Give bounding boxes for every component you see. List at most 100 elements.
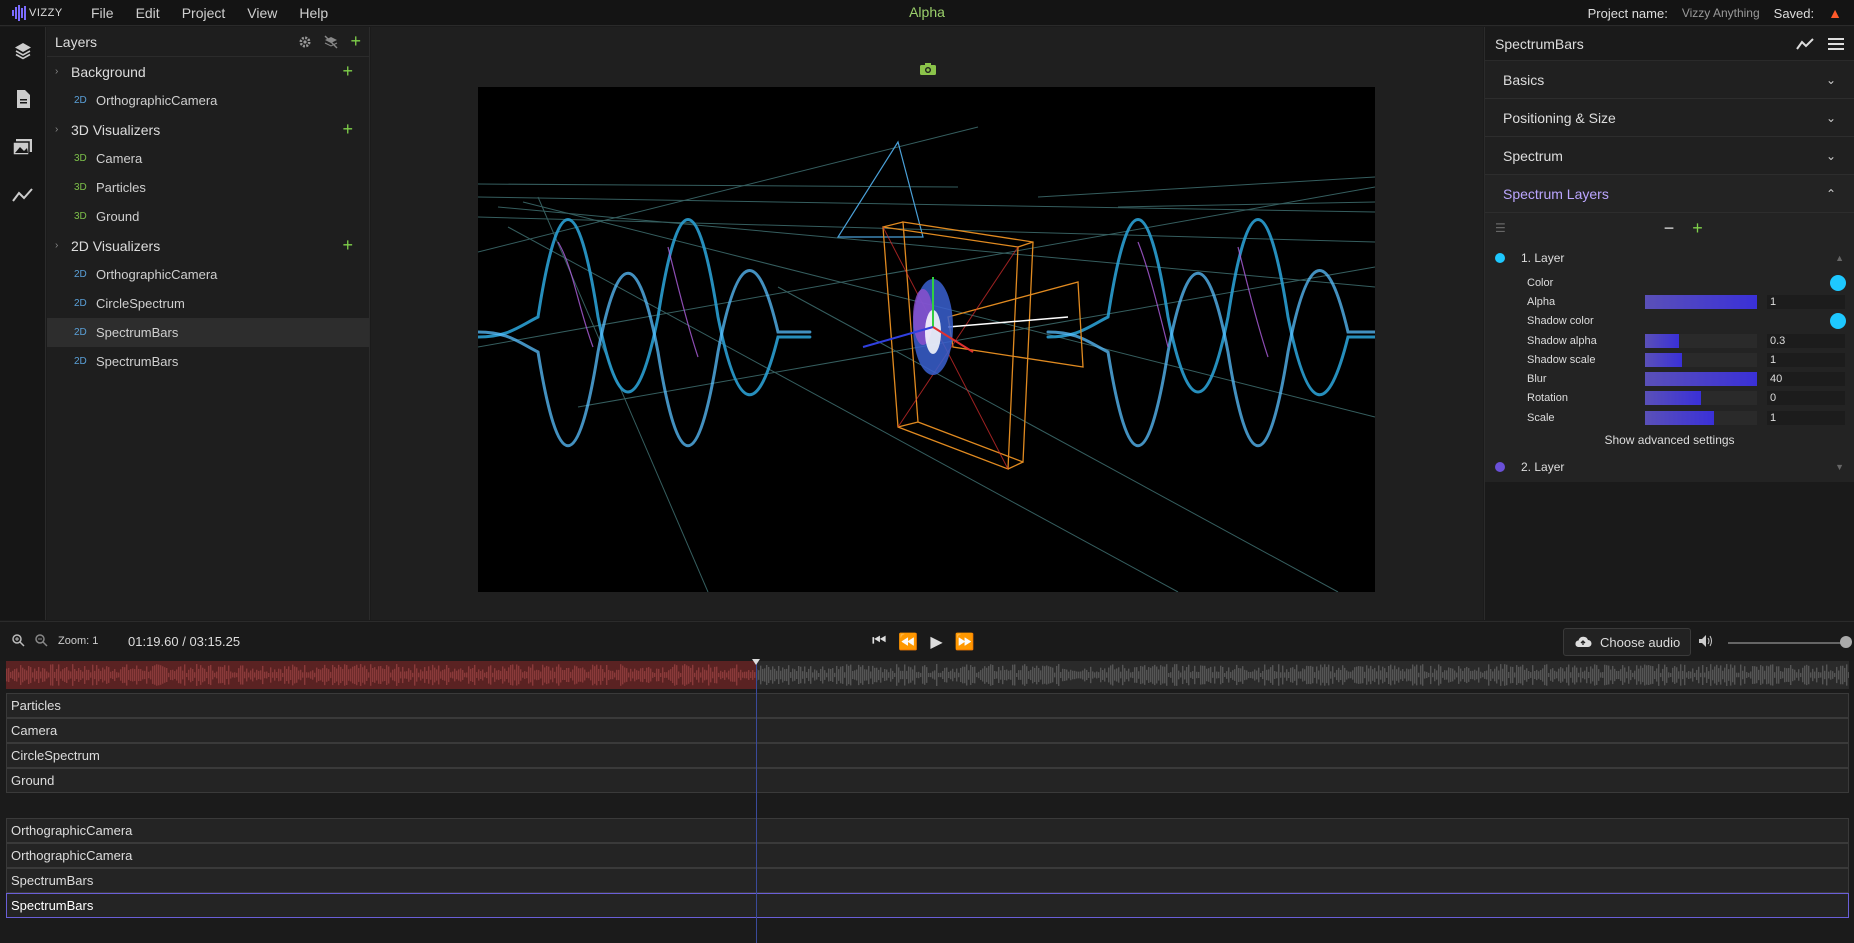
play-icon[interactable]: ▶	[930, 632, 942, 652]
chevron-right-icon[interactable]: ›	[55, 240, 71, 251]
chevron-down-icon: ⌄	[1825, 148, 1836, 163]
track-row[interactable]: Particles	[6, 693, 1849, 718]
menu-icon[interactable]	[1828, 37, 1844, 50]
rewind-icon[interactable]: ⏪	[898, 632, 918, 652]
add-layer-button[interactable]: +	[1692, 218, 1703, 239]
menu-bar: File Edit Project View Help	[80, 5, 339, 21]
remove-layer-button[interactable]: −	[1664, 218, 1675, 239]
zoom-in-icon[interactable]	[12, 634, 25, 647]
track-row[interactable]: CircleSpectrum	[6, 743, 1849, 768]
add-icon[interactable]: +	[342, 235, 353, 256]
add-icon[interactable]: +	[342, 61, 353, 82]
group-3d-visualizers[interactable]: › 3D Visualizers +	[47, 115, 369, 144]
graph-icon[interactable]	[1796, 37, 1814, 50]
prop-label: Shadow color	[1527, 315, 1594, 328]
layers-icon[interactable]	[0, 27, 46, 75]
spectrum-layer-1[interactable]: 1. Layer ▲	[1485, 243, 1854, 273]
section-label: Basics	[1503, 71, 1545, 88]
layer-item-selected[interactable]: 2D SpectrumBars	[47, 318, 369, 347]
group-background[interactable]: › Background +	[47, 57, 369, 86]
group-label: 3D Visualizers	[71, 121, 161, 138]
skip-start-icon[interactable]: ⏮	[872, 632, 886, 652]
section-spectrum-layers[interactable]: Spectrum Layers ⌃	[1485, 175, 1854, 213]
volume-slider-handle[interactable]	[1840, 636, 1852, 648]
layer-item[interactable]: 3D Camera	[47, 144, 369, 173]
chevron-up-icon[interactable]: ▲	[1835, 253, 1844, 263]
color-swatch[interactable]	[1830, 274, 1846, 291]
volume-icon[interactable]	[1698, 634, 1714, 648]
add-layer-icon[interactable]: +	[350, 31, 361, 52]
blur-slider[interactable]	[1645, 372, 1757, 387]
document-icon[interactable]	[0, 75, 46, 123]
menu-project[interactable]: Project	[171, 5, 237, 21]
layer-item[interactable]: 3D Particles	[47, 173, 369, 202]
gear-icon[interactable]	[298, 35, 312, 49]
group-label: 2D Visualizers	[71, 237, 161, 254]
layers-panel: Layers + › Background + 2D OrthographicC…	[47, 27, 370, 620]
zoom-out-icon[interactable]	[35, 634, 48, 647]
chevron-down-icon: ⌄	[1825, 72, 1836, 87]
prop-label: Shadow alpha	[1527, 334, 1597, 347]
layer-item[interactable]: 2D OrthographicCamera	[47, 86, 369, 115]
menu-edit[interactable]: Edit	[125, 5, 171, 21]
blur-input[interactable]: 40	[1767, 372, 1845, 387]
group-2d-visualizers[interactable]: › 2D Visualizers +	[47, 231, 369, 260]
shadow-alpha-slider[interactable]	[1645, 333, 1757, 348]
section-basics[interactable]: Basics ⌄	[1485, 61, 1854, 99]
layer-item[interactable]: 2D CircleSpectrum	[47, 289, 369, 318]
rotation-input[interactable]: 0	[1767, 391, 1845, 406]
track-row-selected[interactable]: SpectrumBars	[6, 893, 1849, 918]
chevron-right-icon[interactable]: ›	[55, 124, 71, 135]
track-row[interactable]: Ground	[6, 768, 1849, 793]
audio-waveform[interactable]	[6, 661, 1849, 689]
layer-item[interactable]: 2D OrthographicCamera	[47, 260, 369, 289]
alpha-input[interactable]: 1	[1767, 294, 1845, 309]
shadow-alpha-input[interactable]: 0.3	[1767, 333, 1845, 348]
track-row[interactable]: Camera	[6, 718, 1849, 743]
layer-color-dot	[1495, 462, 1505, 473]
track-row[interactable]: OrthographicCamera	[6, 843, 1849, 868]
chevron-right-icon[interactable]: ›	[55, 66, 71, 77]
track-row[interactable]: OrthographicCamera	[6, 818, 1849, 843]
cloud-upload-icon	[1574, 636, 1592, 648]
section-positioning[interactable]: Positioning & Size ⌄	[1485, 99, 1854, 137]
shadow-scale-slider[interactable]	[1645, 352, 1757, 367]
rotation-slider[interactable]	[1645, 391, 1757, 406]
chevron-down-icon: ⌄	[1825, 110, 1836, 125]
images-icon[interactable]	[0, 123, 46, 171]
playhead[interactable]	[756, 661, 757, 943]
layer-label: OrthographicCamera	[96, 267, 218, 282]
volume-slider-track[interactable]	[1728, 642, 1846, 644]
properties-title: SpectrumBars	[1495, 35, 1584, 52]
layer-label: SpectrumBars	[96, 325, 179, 340]
shadow-scale-input[interactable]: 1	[1767, 352, 1845, 367]
title-bar: VIZZY File Edit Project View Help Alpha …	[0, 0, 1854, 26]
camera-icon[interactable]	[919, 62, 937, 76]
project-name-value[interactable]: Vizzy Anything	[1682, 6, 1760, 20]
alpha-slider[interactable]	[1645, 294, 1757, 309]
menu-help[interactable]: Help	[288, 5, 339, 21]
layer-item[interactable]: 2D SpectrumBars	[47, 347, 369, 376]
spectrum-layer-2[interactable]: 2. Layer ▼	[1485, 452, 1854, 483]
playhead-marker-icon[interactable]	[752, 659, 760, 665]
track-row[interactable]: SpectrumBars	[6, 868, 1849, 893]
choose-audio-button[interactable]: Choose audio	[1563, 628, 1692, 656]
show-advanced-settings[interactable]: Show advanced settings	[1485, 427, 1854, 453]
section-spectrum[interactable]: Spectrum ⌄	[1485, 137, 1854, 175]
color-swatch[interactable]	[1830, 313, 1846, 330]
prop-label: Scale	[1527, 411, 1555, 424]
menu-file[interactable]: File	[80, 5, 125, 21]
chevron-down-icon[interactable]: ▼	[1835, 462, 1844, 472]
graph-icon[interactable]	[0, 171, 46, 219]
time-readout: 01:19.60 / 03:15.25	[128, 634, 241, 649]
scale-input[interactable]: 1	[1767, 410, 1845, 425]
fast-forward-icon[interactable]: ⏩	[955, 632, 975, 652]
add-icon[interactable]: +	[342, 119, 353, 140]
scale-slider[interactable]	[1645, 410, 1757, 425]
collapse-list-icon[interactable]: ☰	[1495, 221, 1506, 235]
menu-view[interactable]: View	[236, 5, 288, 21]
scene-viewport[interactable]	[478, 87, 1375, 592]
hide-layers-icon[interactable]	[324, 35, 338, 49]
layer-item[interactable]: 3D Ground	[47, 202, 369, 231]
project-info: Project name: Vizzy Anything Saved: ▲	[1588, 5, 1842, 21]
